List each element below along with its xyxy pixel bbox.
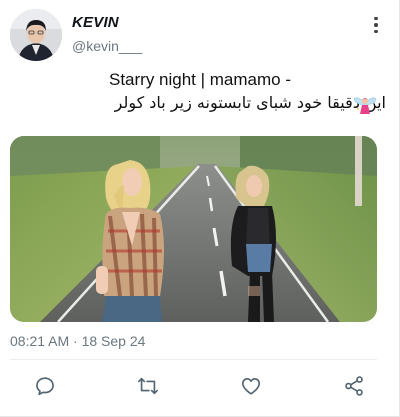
reply-button[interactable] xyxy=(34,375,56,397)
share-nodes-icon xyxy=(345,376,363,396)
heart-icon xyxy=(242,378,260,395)
tweet-timestamp[interactable]: 08:21 AM · 18 Sep 24 xyxy=(10,333,145,349)
retweet-button[interactable] xyxy=(137,375,159,397)
more-vertical-icon[interactable] xyxy=(370,14,382,36)
avatar-image xyxy=(10,9,62,61)
fairy-emoji-icon xyxy=(353,97,377,114)
tweet-text-line-1: Starry night | mamamo - xyxy=(108,70,292,89)
tweet-text-line-2: این دقیقا خود شبای تابستونه زیر باد کولر xyxy=(114,93,386,112)
tweet-media-image[interactable] xyxy=(10,136,377,322)
comment-bubble-icon xyxy=(36,377,54,396)
avatar[interactable] xyxy=(10,9,62,61)
retweet-icon xyxy=(138,377,158,395)
divider xyxy=(10,359,377,360)
photo-road-two-women xyxy=(10,136,377,322)
author-name[interactable]: KEVIN xyxy=(72,14,119,31)
author-handle[interactable]: @kevin___ xyxy=(72,38,142,54)
tweet-card: KEVIN @kevin___ Starry night | mamamo - … xyxy=(0,0,400,417)
share-button[interactable] xyxy=(343,375,365,397)
like-button[interactable] xyxy=(240,375,262,397)
